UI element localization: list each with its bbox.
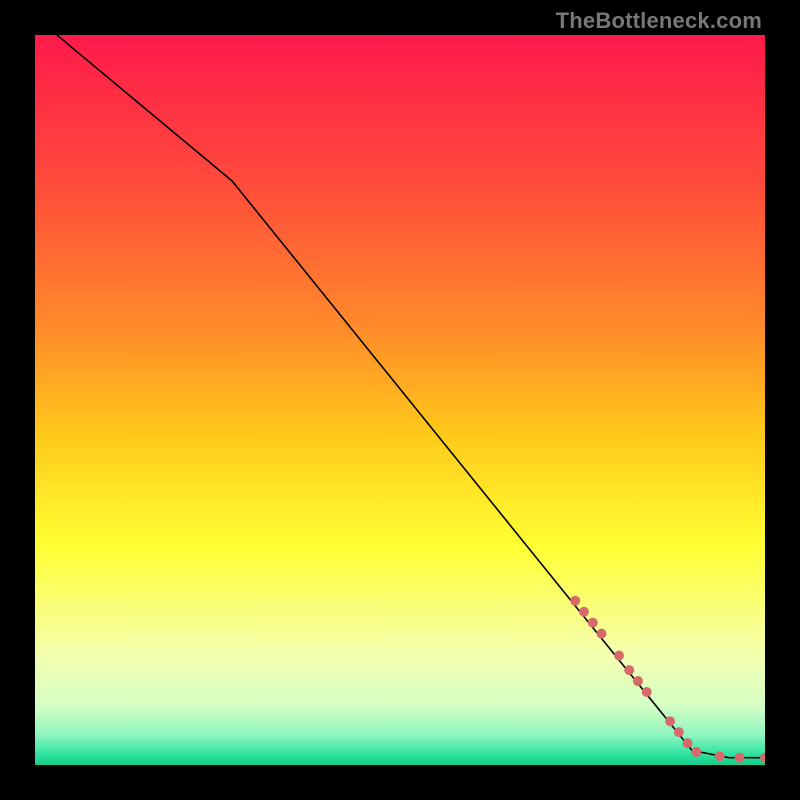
data-marker (614, 651, 624, 661)
data-marker (633, 676, 643, 686)
gradient-background (35, 35, 765, 765)
data-marker (596, 629, 606, 639)
data-marker (624, 665, 634, 675)
data-marker (588, 618, 598, 628)
data-marker (674, 727, 684, 737)
chart-frame: TheBottleneck.com (0, 0, 800, 800)
data-marker (579, 607, 589, 617)
data-marker (665, 716, 675, 726)
data-marker (683, 738, 693, 748)
data-marker (691, 747, 701, 757)
data-marker (715, 751, 725, 761)
data-marker (570, 596, 580, 606)
data-marker (642, 687, 652, 697)
chart-plot (35, 35, 765, 765)
watermark-text: TheBottleneck.com (556, 8, 762, 34)
data-marker (734, 753, 744, 763)
